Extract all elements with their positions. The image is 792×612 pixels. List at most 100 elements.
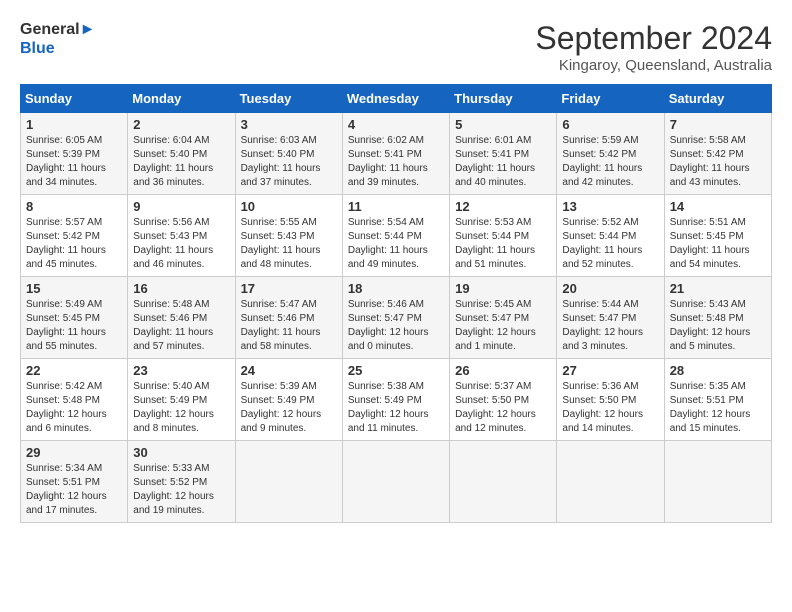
calendar-cell: 21 Sunrise: 5:43 AM Sunset: 5:48 PM Dayl… — [664, 277, 771, 359]
calendar-cell: 20 Sunrise: 5:44 AM Sunset: 5:47 PM Dayl… — [557, 277, 664, 359]
day-info: Sunrise: 5:49 AM Sunset: 5:45 PM Dayligh… — [26, 298, 122, 354]
calendar-cell — [664, 441, 771, 523]
day-number: 15 — [26, 281, 122, 296]
day-info: Sunrise: 5:33 AM Sunset: 5:52 PM Dayligh… — [133, 462, 229, 518]
day-info: Sunrise: 6:03 AM Sunset: 5:40 PM Dayligh… — [241, 134, 337, 190]
day-info: Sunrise: 5:59 AM Sunset: 5:42 PM Dayligh… — [562, 134, 658, 190]
day-info: Sunrise: 5:38 AM Sunset: 5:49 PM Dayligh… — [348, 380, 444, 436]
day-number: 18 — [348, 281, 444, 296]
day-info: Sunrise: 5:46 AM Sunset: 5:47 PM Dayligh… — [348, 298, 444, 354]
day-info: Sunrise: 5:58 AM Sunset: 5:42 PM Dayligh… — [670, 134, 766, 190]
day-number: 12 — [455, 199, 551, 214]
calendar-cell: 6 Sunrise: 5:59 AM Sunset: 5:42 PM Dayli… — [557, 113, 664, 195]
calendar-cell: 3 Sunrise: 6:03 AM Sunset: 5:40 PM Dayli… — [235, 113, 342, 195]
day-info: Sunrise: 5:39 AM Sunset: 5:49 PM Dayligh… — [241, 380, 337, 436]
calendar-cell: 11 Sunrise: 5:54 AM Sunset: 5:44 PM Dayl… — [342, 195, 449, 277]
calendar-cell: 25 Sunrise: 5:38 AM Sunset: 5:49 PM Dayl… — [342, 359, 449, 441]
day-number: 23 — [133, 363, 229, 378]
day-number: 1 — [26, 117, 122, 132]
day-number: 4 — [348, 117, 444, 132]
day-info: Sunrise: 6:05 AM Sunset: 5:39 PM Dayligh… — [26, 134, 122, 190]
calendar-cell: 8 Sunrise: 5:57 AM Sunset: 5:42 PM Dayli… — [21, 195, 128, 277]
calendar-cell: 17 Sunrise: 5:47 AM Sunset: 5:46 PM Dayl… — [235, 277, 342, 359]
day-number: 17 — [241, 281, 337, 296]
calendar-cell: 9 Sunrise: 5:56 AM Sunset: 5:43 PM Dayli… — [128, 195, 235, 277]
day-info: Sunrise: 5:55 AM Sunset: 5:43 PM Dayligh… — [241, 216, 337, 272]
calendar-cell — [342, 441, 449, 523]
day-number: 3 — [241, 117, 337, 132]
day-number: 28 — [670, 363, 766, 378]
day-info: Sunrise: 6:02 AM Sunset: 5:41 PM Dayligh… — [348, 134, 444, 190]
calendar-cell: 2 Sunrise: 6:04 AM Sunset: 5:40 PM Dayli… — [128, 113, 235, 195]
calendar-cell — [235, 441, 342, 523]
day-info: Sunrise: 5:47 AM Sunset: 5:46 PM Dayligh… — [241, 298, 337, 354]
day-info: Sunrise: 5:42 AM Sunset: 5:48 PM Dayligh… — [26, 380, 122, 436]
day-number: 30 — [133, 445, 229, 460]
calendar-cell: 13 Sunrise: 5:52 AM Sunset: 5:44 PM Dayl… — [557, 195, 664, 277]
table-row: 1 Sunrise: 6:05 AM Sunset: 5:39 PM Dayli… — [21, 113, 772, 195]
calendar-cell: 29 Sunrise: 5:34 AM Sunset: 5:51 PM Dayl… — [21, 441, 128, 523]
col-saturday: Saturday — [664, 85, 771, 113]
day-info: Sunrise: 6:01 AM Sunset: 5:41 PM Dayligh… — [455, 134, 551, 190]
logo: General► Blue — [20, 20, 95, 58]
calendar-cell — [557, 441, 664, 523]
day-info: Sunrise: 6:04 AM Sunset: 5:40 PM Dayligh… — [133, 134, 229, 190]
day-number: 22 — [26, 363, 122, 378]
day-info: Sunrise: 5:36 AM Sunset: 5:50 PM Dayligh… — [562, 380, 658, 436]
calendar-cell: 22 Sunrise: 5:42 AM Sunset: 5:48 PM Dayl… — [21, 359, 128, 441]
calendar-cell: 28 Sunrise: 5:35 AM Sunset: 5:51 PM Dayl… — [664, 359, 771, 441]
title-area: September 2024 Kingaroy, Queensland, Aus… — [535, 20, 772, 74]
day-number: 24 — [241, 363, 337, 378]
calendar-cell — [450, 441, 557, 523]
day-number: 6 — [562, 117, 658, 132]
calendar-table: Sunday Monday Tuesday Wednesday Thursday… — [20, 84, 772, 523]
day-number: 29 — [26, 445, 122, 460]
day-info: Sunrise: 5:51 AM Sunset: 5:45 PM Dayligh… — [670, 216, 766, 272]
day-number: 14 — [670, 199, 766, 214]
day-number: 10 — [241, 199, 337, 214]
calendar-cell: 23 Sunrise: 5:40 AM Sunset: 5:49 PM Dayl… — [128, 359, 235, 441]
col-sunday: Sunday — [21, 85, 128, 113]
calendar-cell: 19 Sunrise: 5:45 AM Sunset: 5:47 PM Dayl… — [450, 277, 557, 359]
subtitle: Kingaroy, Queensland, Australia — [535, 57, 772, 74]
day-info: Sunrise: 5:34 AM Sunset: 5:51 PM Dayligh… — [26, 462, 122, 518]
calendar-cell: 16 Sunrise: 5:48 AM Sunset: 5:46 PM Dayl… — [128, 277, 235, 359]
day-number: 5 — [455, 117, 551, 132]
calendar-cell: 24 Sunrise: 5:39 AM Sunset: 5:49 PM Dayl… — [235, 359, 342, 441]
table-row: 22 Sunrise: 5:42 AM Sunset: 5:48 PM Dayl… — [21, 359, 772, 441]
calendar-cell: 4 Sunrise: 6:02 AM Sunset: 5:41 PM Dayli… — [342, 113, 449, 195]
day-number: 11 — [348, 199, 444, 214]
calendar-cell: 12 Sunrise: 5:53 AM Sunset: 5:44 PM Dayl… — [450, 195, 557, 277]
col-thursday: Thursday — [450, 85, 557, 113]
header: General► Blue September 2024 Kingaroy, Q… — [20, 20, 772, 74]
day-info: Sunrise: 5:44 AM Sunset: 5:47 PM Dayligh… — [562, 298, 658, 354]
day-number: 25 — [348, 363, 444, 378]
day-info: Sunrise: 5:35 AM Sunset: 5:51 PM Dayligh… — [670, 380, 766, 436]
col-tuesday: Tuesday — [235, 85, 342, 113]
table-row: 29 Sunrise: 5:34 AM Sunset: 5:51 PM Dayl… — [21, 441, 772, 523]
day-info: Sunrise: 5:43 AM Sunset: 5:48 PM Dayligh… — [670, 298, 766, 354]
day-info: Sunrise: 5:37 AM Sunset: 5:50 PM Dayligh… — [455, 380, 551, 436]
day-number: 19 — [455, 281, 551, 296]
day-number: 7 — [670, 117, 766, 132]
day-number: 16 — [133, 281, 229, 296]
calendar-cell: 15 Sunrise: 5:49 AM Sunset: 5:45 PM Dayl… — [21, 277, 128, 359]
col-monday: Monday — [128, 85, 235, 113]
main-title: September 2024 — [535, 20, 772, 57]
day-info: Sunrise: 5:48 AM Sunset: 5:46 PM Dayligh… — [133, 298, 229, 354]
day-number: 9 — [133, 199, 229, 214]
table-row: 8 Sunrise: 5:57 AM Sunset: 5:42 PM Dayli… — [21, 195, 772, 277]
calendar-cell: 1 Sunrise: 6:05 AM Sunset: 5:39 PM Dayli… — [21, 113, 128, 195]
calendar-cell: 5 Sunrise: 6:01 AM Sunset: 5:41 PM Dayli… — [450, 113, 557, 195]
day-info: Sunrise: 5:53 AM Sunset: 5:44 PM Dayligh… — [455, 216, 551, 272]
calendar-cell: 26 Sunrise: 5:37 AM Sunset: 5:50 PM Dayl… — [450, 359, 557, 441]
day-info: Sunrise: 5:56 AM Sunset: 5:43 PM Dayligh… — [133, 216, 229, 272]
header-row: Sunday Monday Tuesday Wednesday Thursday… — [21, 85, 772, 113]
day-number: 13 — [562, 199, 658, 214]
calendar-cell: 14 Sunrise: 5:51 AM Sunset: 5:45 PM Dayl… — [664, 195, 771, 277]
calendar-cell: 7 Sunrise: 5:58 AM Sunset: 5:42 PM Dayli… — [664, 113, 771, 195]
day-number: 26 — [455, 363, 551, 378]
table-row: 15 Sunrise: 5:49 AM Sunset: 5:45 PM Dayl… — [21, 277, 772, 359]
calendar-cell: 10 Sunrise: 5:55 AM Sunset: 5:43 PM Dayl… — [235, 195, 342, 277]
calendar-cell: 18 Sunrise: 5:46 AM Sunset: 5:47 PM Dayl… — [342, 277, 449, 359]
